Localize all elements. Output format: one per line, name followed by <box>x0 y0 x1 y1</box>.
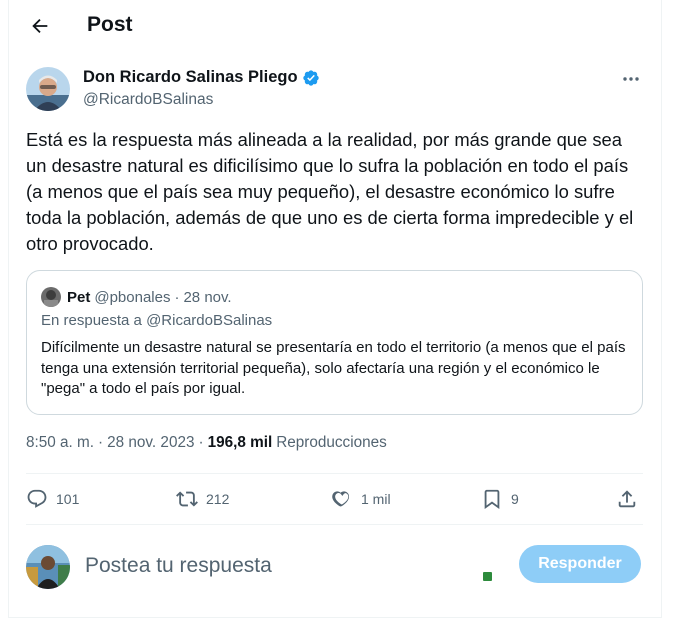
quoted-post-text: Difícilmente un desastre natural se pres… <box>41 339 626 397</box>
meta-separator: · <box>198 434 204 451</box>
post-time[interactable]: 8:50 a. m. <box>26 434 94 452</box>
current-user-avatar[interactable] <box>26 545 70 589</box>
reply-input[interactable] <box>85 551 485 581</box>
quoted-date: 28 nov. <box>183 288 232 306</box>
reply-submit-button[interactable]: Responder <box>519 545 641 583</box>
bookmark-count: 9 <box>511 491 519 507</box>
quoted-post-header: Pet @pbonales · 28 nov. <box>41 287 232 307</box>
heart-icon <box>332 491 350 507</box>
verified-badge-icon[interactable] <box>302 69 320 87</box>
post-panel: Post Don Ricardo Salinas Pliego @Ricardo… <box>8 0 662 618</box>
back-button[interactable] <box>25 11 55 41</box>
repost-count: 212 <box>206 491 230 507</box>
reply-count: 101 <box>56 491 80 507</box>
post-meta: 8:50 a. m. · 28 nov. 2023 · 196,8 mil Re… <box>26 434 387 452</box>
share-icon <box>618 490 636 508</box>
repost-icon <box>176 491 198 507</box>
post-date[interactable]: 28 nov. 2023 <box>107 434 194 452</box>
post-header: Post <box>9 0 661 52</box>
post-text: Está es la respuesta más alineada a la r… <box>26 129 634 254</box>
reply-button[interactable]: 101 <box>26 488 79 510</box>
author-name[interactable]: Don Ricardo Salinas Pliego <box>83 68 320 87</box>
quoted-post[interactable]: Pet @pbonales · 28 nov. En respuesta a @… <box>26 270 643 415</box>
quoted-reply-to: En respuesta a @RicardoBSalinas <box>41 312 273 329</box>
quoted-author-handle: @pbonales <box>94 288 171 306</box>
like-count: 1 mil <box>361 491 391 507</box>
status-indicator <box>483 572 492 581</box>
views-label: Reproducciones <box>276 434 387 451</box>
like-button[interactable]: 1 mil <box>331 488 391 510</box>
quoted-author-name[interactable]: Pet <box>67 289 90 306</box>
quoted-separator: · <box>174 288 180 306</box>
author-avatar[interactable] <box>26 67 70 111</box>
views-count: 196,8 mil <box>207 434 273 451</box>
page-title: Post <box>87 13 133 36</box>
meta-separator: · <box>98 434 104 451</box>
repost-button[interactable]: 212 <box>176 488 229 510</box>
share-button[interactable] <box>616 488 638 510</box>
reply-bubble-icon <box>27 489 47 508</box>
bookmark-icon <box>484 489 500 510</box>
action-bar: 101 212 1 mil 9 <box>26 474 643 524</box>
quoted-author-avatar[interactable] <box>41 287 61 307</box>
divider <box>26 524 643 525</box>
author-handle[interactable]: @RicardoBSalinas <box>83 91 213 109</box>
more-button[interactable] <box>621 70 641 88</box>
arrow-left-icon <box>32 18 48 34</box>
author-name-text[interactable]: Don Ricardo Salinas Pliego <box>83 68 298 87</box>
bookmark-button[interactable]: 9 <box>481 488 519 510</box>
more-dots-icon <box>623 77 639 81</box>
